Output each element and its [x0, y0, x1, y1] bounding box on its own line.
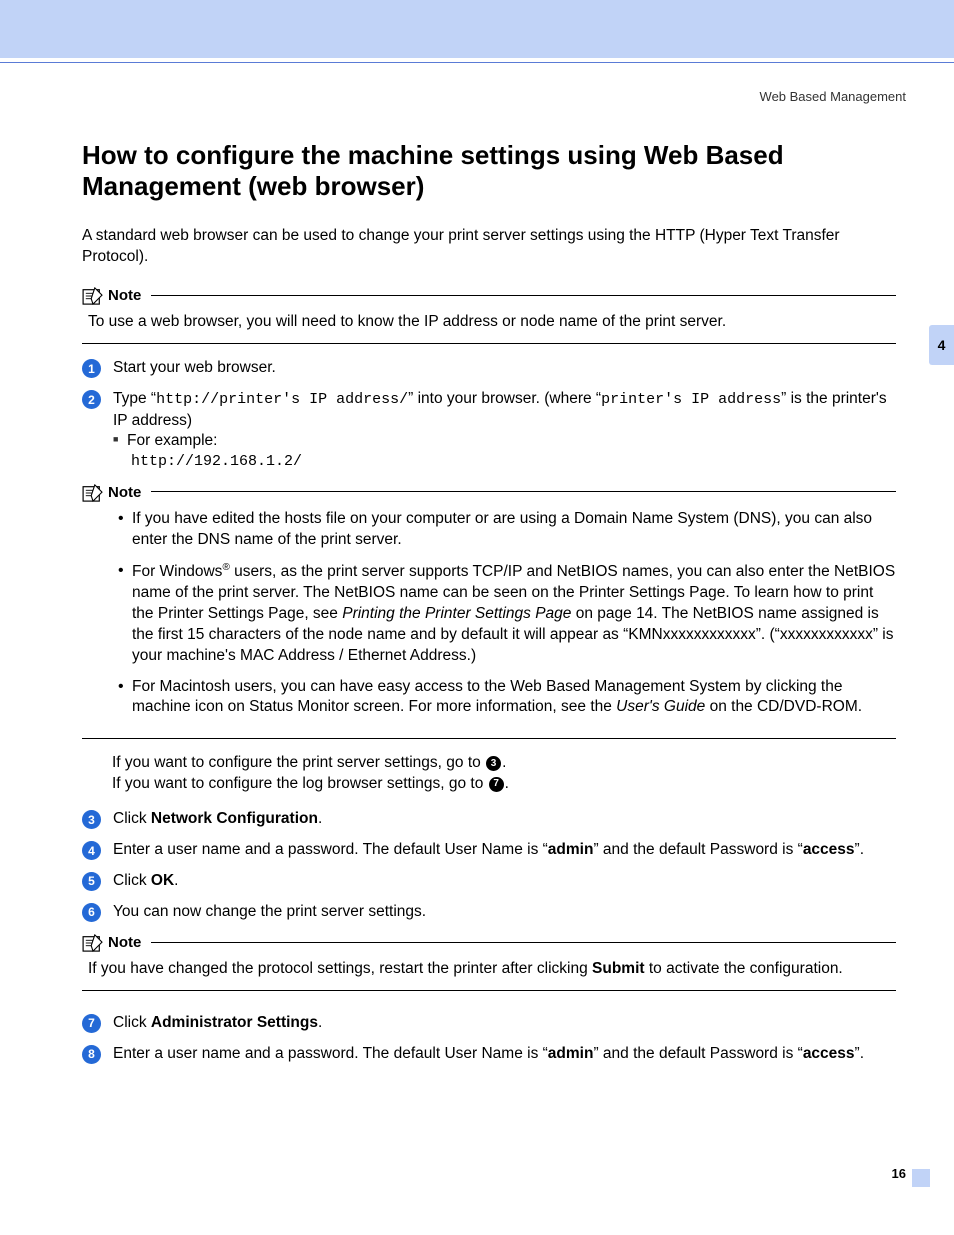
code: printer's IP address — [601, 391, 781, 408]
note-label: Note — [108, 483, 141, 503]
note-heading: Note — [82, 933, 896, 953]
step-marker: 1 — [82, 359, 101, 378]
step-text: Click OK. — [113, 871, 896, 892]
t: ” into your browser. (where “ — [408, 390, 601, 407]
note-label: Note — [108, 933, 141, 953]
goto-line: If you want to configure the print serve… — [112, 753, 896, 774]
example-label: For example: — [127, 432, 217, 449]
bold: access — [803, 841, 855, 858]
t: For Windows — [132, 563, 222, 580]
step-8: 8 Enter a user name and a password. The … — [82, 1044, 896, 1065]
t: Enter a user name and a password. The de… — [113, 841, 548, 858]
step-marker: 5 — [82, 872, 101, 891]
note-body: If you have edited the hosts file on you… — [82, 509, 896, 739]
example-code: http://192.168.1.2/ — [131, 452, 896, 472]
step-ref-icon: 3 — [486, 756, 501, 771]
bold: Administrator Settings — [151, 1014, 318, 1031]
note-body: To use a web browser, you will need to k… — [82, 312, 896, 344]
note-rule — [151, 942, 896, 943]
bold: Network Configuration — [151, 810, 318, 827]
goto-block: If you want to configure the print serve… — [82, 753, 896, 795]
step-4: 4 Enter a user name and a password. The … — [82, 840, 896, 861]
list-item: If you have edited the hosts file on you… — [118, 509, 896, 551]
t: ”. — [855, 841, 864, 858]
bold: access — [803, 1045, 855, 1062]
note-text: To use a web browser, you will need to k… — [88, 313, 726, 330]
t: If you want to configure the log browser… — [112, 775, 488, 792]
running-header: Web Based Management — [760, 88, 906, 106]
note-rule — [151, 295, 896, 296]
t: Click — [113, 872, 151, 889]
bold: admin — [548, 1045, 594, 1062]
step-text: Click Network Configuration. — [113, 809, 896, 830]
top-band — [0, 0, 954, 58]
top-rule — [0, 62, 954, 63]
page-number: 16 — [892, 1165, 906, 1183]
bold: Submit — [592, 960, 645, 977]
italic-ref: User's Guide — [616, 698, 705, 715]
note-label: Note — [108, 286, 141, 306]
step-marker: 2 — [82, 390, 101, 409]
list-item: For Macintosh users, you can have easy a… — [118, 677, 896, 719]
note-icon — [82, 934, 104, 952]
t: ” and the default Password is “ — [593, 1045, 802, 1062]
intro-paragraph: A standard web browser can be used to ch… — [82, 226, 896, 268]
t: If you have changed the protocol setting… — [88, 960, 592, 977]
step-marker: 3 — [82, 810, 101, 829]
list-item: For Windows® users, as the print server … — [118, 561, 896, 667]
italic-ref: Printing the Printer Settings Page — [342, 605, 571, 622]
t: Type “ — [113, 390, 156, 407]
step-text: Enter a user name and a password. The de… — [113, 840, 896, 861]
note-heading: Note — [82, 286, 896, 306]
t: Enter a user name and a password. The de… — [113, 1045, 548, 1062]
note-icon — [82, 484, 104, 502]
t: If you want to configure the print serve… — [112, 754, 485, 771]
t: ” and the default Password is “ — [593, 841, 802, 858]
step-ref-icon: 7 — [489, 777, 504, 792]
step-6: 6 You can now change the print server se… — [82, 902, 896, 923]
t: to activate the configuration. — [645, 960, 843, 977]
reg-mark: ® — [222, 562, 229, 573]
chapter-number: 4 — [938, 336, 946, 355]
step-text: Start your web browser. — [113, 358, 896, 379]
page-title: How to configure the machine settings us… — [82, 140, 896, 202]
t: ”. — [855, 1045, 864, 1062]
t: Click — [113, 810, 151, 827]
note-body: If you have changed the protocol setting… — [82, 959, 896, 991]
step-3: 3 Click Network Configuration. — [82, 809, 896, 830]
step-7: 7 Click Administrator Settings. — [82, 1013, 896, 1034]
t: on the CD/DVD-ROM. — [705, 698, 862, 715]
step-marker: 6 — [82, 903, 101, 922]
step-text: Enter a user name and a password. The de… — [113, 1044, 896, 1065]
sub-bullet: For example: — [113, 431, 896, 452]
note-rule — [151, 491, 896, 492]
t: Click — [113, 1014, 151, 1031]
bold: OK — [151, 872, 174, 889]
step-marker: 4 — [82, 841, 101, 860]
goto-line: If you want to configure the log browser… — [112, 774, 896, 795]
step-2: 2 Type “http://printer's IP address/” in… — [82, 389, 896, 472]
step-marker: 7 — [82, 1014, 101, 1033]
step-text: You can now change the print server sett… — [113, 902, 896, 923]
step-text: Click Administrator Settings. — [113, 1013, 896, 1034]
note-heading: Note — [82, 483, 896, 503]
chapter-tab: 4 — [929, 325, 954, 365]
note-icon — [82, 287, 104, 305]
code: http://printer's IP address/ — [156, 391, 408, 408]
page-content: How to configure the machine settings us… — [82, 140, 896, 1075]
step-text: Type “http://printer's IP address/” into… — [113, 389, 896, 472]
bullet-list: If you have edited the hosts file on you… — [88, 509, 896, 718]
step-1: 1 Start your web browser. — [82, 358, 896, 379]
step-5: 5 Click OK. — [82, 871, 896, 892]
page-corner-mark — [912, 1169, 930, 1187]
step-marker: 8 — [82, 1045, 101, 1064]
bold: admin — [548, 841, 594, 858]
